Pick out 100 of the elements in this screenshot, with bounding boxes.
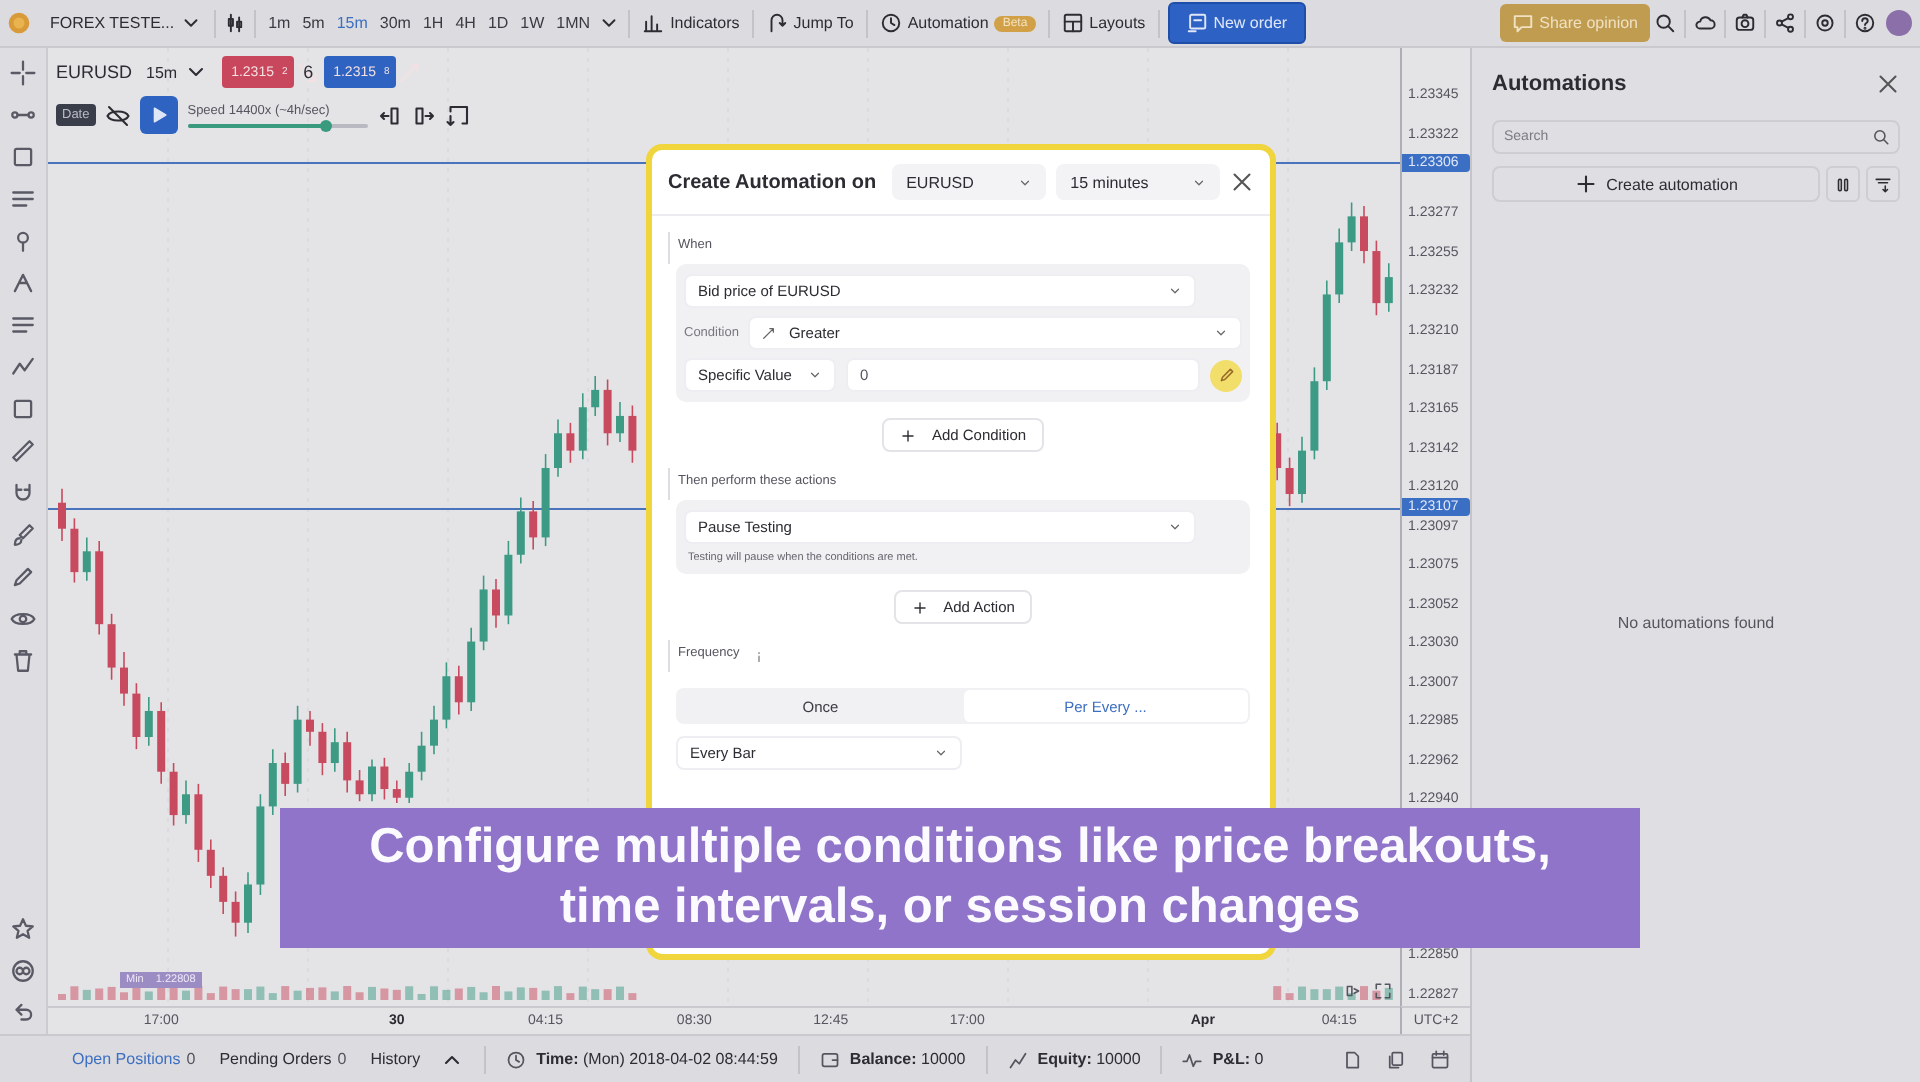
timeframe-tab[interactable]: 1H xyxy=(418,10,448,36)
candle xyxy=(1298,435,1306,504)
timeframe-tab[interactable]: 1MN xyxy=(552,10,595,36)
candle xyxy=(70,517,79,584)
magnet-icon[interactable] xyxy=(10,480,36,506)
shape-icon[interactable] xyxy=(10,396,36,422)
zigzag-icon[interactable] xyxy=(10,354,36,380)
pencil-icon xyxy=(1217,366,1235,384)
timeframe-tab[interactable]: 1W xyxy=(516,10,549,36)
pitchfork-icon[interactable] xyxy=(10,270,36,296)
candle xyxy=(256,793,265,896)
candle xyxy=(343,731,352,794)
candles-icon[interactable] xyxy=(224,12,247,34)
open-positions-tab[interactable]: Open Positions 0 xyxy=(68,1046,200,1072)
share-icon[interactable] xyxy=(1774,12,1796,34)
chart-line-icon xyxy=(1007,1049,1028,1069)
copy-icon[interactable] xyxy=(1386,1049,1406,1069)
ruler-icon[interactable] xyxy=(10,438,36,464)
timeframe-tab[interactable]: 5m xyxy=(298,10,329,36)
close-button[interactable] xyxy=(1876,72,1900,96)
candle xyxy=(405,762,414,804)
candle xyxy=(591,375,600,417)
stat-text: Equity: 10000 xyxy=(1037,1050,1141,1068)
link-icon[interactable] xyxy=(10,958,36,984)
undo-icon[interactable] xyxy=(10,1000,36,1026)
timeframe-tab[interactable]: 1m xyxy=(264,10,295,36)
candle xyxy=(616,401,624,443)
close-button[interactable] xyxy=(1230,170,1254,194)
exit-icon[interactable] xyxy=(445,103,470,127)
help-icon[interactable] xyxy=(1854,12,1876,34)
chevron-icon xyxy=(808,368,822,382)
indicators-button[interactable]: Indicators xyxy=(638,8,744,38)
stat-text: P&L: 0 xyxy=(1212,1050,1264,1068)
interval-select[interactable]: 15 minutes xyxy=(1056,164,1220,200)
brush-icon[interactable] xyxy=(10,522,36,548)
create-automation-button[interactable]: Create automation xyxy=(1492,166,1820,202)
chevron-icon xyxy=(1214,326,1228,340)
pending-orders-tab[interactable]: Pending Orders 0 xyxy=(215,1046,351,1072)
calendar-icon[interactable] xyxy=(1430,1049,1450,1069)
timeframe-tab[interactable]: 15m xyxy=(332,10,372,36)
settings-icon[interactable] xyxy=(1814,12,1836,34)
candle xyxy=(430,704,438,756)
stat-text: Balance: 10000 xyxy=(849,1050,966,1068)
candle xyxy=(603,378,612,447)
panel-title: Automations xyxy=(1492,72,1627,96)
lines-icon[interactable] xyxy=(10,186,36,212)
auto-scale-icon[interactable] xyxy=(1344,982,1362,1000)
step-back-icon[interactable] xyxy=(377,103,402,127)
timeframe-tab[interactable]: 30m xyxy=(375,10,415,36)
cloud-icon[interactable] xyxy=(1694,12,1716,34)
step-forward-icon[interactable] xyxy=(411,103,436,127)
rectangle-icon[interactable] xyxy=(10,144,36,170)
plus-icon xyxy=(1574,172,1599,196)
jump-to-button[interactable]: Jump To xyxy=(761,8,858,38)
layouts-button[interactable]: Layouts xyxy=(1057,8,1150,38)
expand-icon[interactable] xyxy=(1374,982,1392,1000)
pause-button[interactable] xyxy=(1826,166,1860,202)
trend-down-icon xyxy=(295,60,320,84)
candle xyxy=(492,578,500,629)
candle xyxy=(306,710,314,747)
interval-selector[interactable]: 15m xyxy=(142,56,212,88)
avatar-icon[interactable] xyxy=(1886,10,1912,36)
document-icon[interactable] xyxy=(1342,1049,1362,1069)
candle xyxy=(330,727,339,773)
candle xyxy=(95,540,104,636)
spread-value: 6 xyxy=(303,62,314,82)
candle xyxy=(132,682,141,750)
candle xyxy=(1360,205,1368,264)
clock-icon xyxy=(506,1049,527,1069)
candle xyxy=(1372,239,1381,317)
candle xyxy=(628,404,637,464)
timeframe-tab[interactable]: 4H xyxy=(451,10,480,36)
history-tab[interactable]: History xyxy=(366,1046,425,1072)
levels-icon[interactable] xyxy=(10,312,36,338)
candle xyxy=(392,779,401,804)
hidden-eye-icon[interactable] xyxy=(105,103,130,127)
plus-icon xyxy=(911,599,928,615)
filter-button[interactable] xyxy=(1866,166,1900,202)
chevron-icon xyxy=(1018,175,1033,189)
edit-button[interactable] xyxy=(1210,359,1242,391)
crosshair-icon[interactable] xyxy=(10,60,36,86)
play-button[interactable] xyxy=(139,96,178,134)
candle xyxy=(58,488,66,542)
candle xyxy=(1384,262,1393,313)
slider-thumb[interactable] xyxy=(320,119,333,131)
search-icon[interactable] xyxy=(1654,12,1676,34)
symbol-select[interactable]: EURUSD xyxy=(892,164,1047,200)
star-icon[interactable] xyxy=(10,916,36,942)
candle xyxy=(169,762,178,827)
camera-icon[interactable] xyxy=(1734,12,1756,34)
close-icon xyxy=(1876,72,1900,96)
plus-icon xyxy=(899,427,916,443)
candle xyxy=(268,748,277,816)
wallet-icon xyxy=(819,1049,840,1069)
pencil-icon[interactable] xyxy=(10,564,36,590)
timeframe-tab[interactable]: 1D xyxy=(483,10,513,36)
new-order-button[interactable]: New order xyxy=(1167,2,1306,44)
candle xyxy=(380,757,389,801)
trash-icon[interactable] xyxy=(10,648,36,674)
symbol-selector[interactable]: FOREX TESTE... xyxy=(46,8,207,38)
